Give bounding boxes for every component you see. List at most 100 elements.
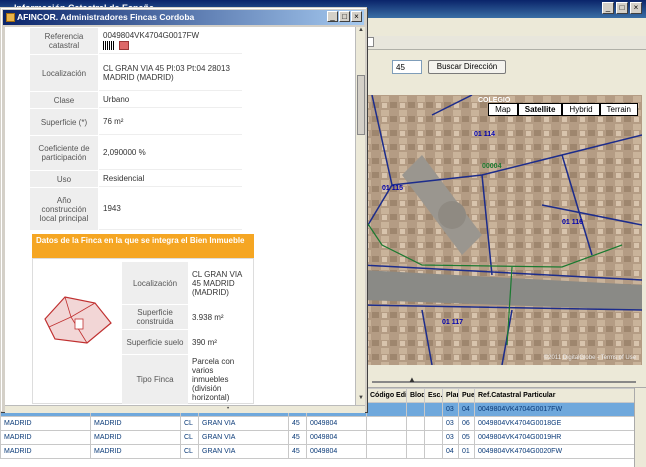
scrollbar-thumb[interactable] xyxy=(357,75,365,135)
table-row[interactable]: MADRID MADRID CL GRAN VIA 45 0049804 04 01 00498… xyxy=(0,444,641,459)
table-cell: MADRID xyxy=(90,430,181,445)
toolbar xyxy=(362,36,646,50)
table-cell: CL xyxy=(180,430,199,445)
cadastral-ref-value: 0049804VK4704G0017FW xyxy=(103,31,200,41)
table-cell: 0049804VK4704G0017FW xyxy=(474,402,641,417)
column-header[interactable]: Ref.Catastral Particular xyxy=(474,388,641,403)
scrollbar-grip-icon: • xyxy=(227,406,230,412)
afincor-popup-window: AFINCOR. Administradores Fincas Cordoba … xyxy=(0,7,367,413)
table-cell: MADRID xyxy=(0,430,91,445)
table-cell: 03 xyxy=(442,402,459,417)
table-cell: GRAN VIA xyxy=(198,444,289,459)
map-copyright: ©2011 DigitalGlobe - Terms of Use xyxy=(543,355,636,361)
satellite-imagery xyxy=(362,95,642,365)
map-view[interactable]: Map Satellite Hybrid Terrain COLEGIO 01 … xyxy=(362,95,642,365)
table-cell: 45 xyxy=(288,444,307,459)
pdf-icon[interactable] xyxy=(119,40,129,50)
finca-details-table: Localización CL GRAN VIA 45 MADRID (MADR… xyxy=(121,261,253,405)
maximize-icon[interactable]: □ xyxy=(339,11,350,22)
detail-value: 76 m² xyxy=(99,109,242,135)
table-cell: 0049804VK4704G0020FW xyxy=(474,444,641,459)
scroll-up-icon[interactable]: ▲ xyxy=(356,27,366,37)
table-cell: 01 xyxy=(458,444,475,459)
table-cell: CL xyxy=(180,416,199,431)
map-type-switcher: Map Satellite Hybrid Terrain xyxy=(488,103,638,116)
scroll-down-icon[interactable]: ▼ xyxy=(356,395,366,405)
finca-value: Parcela con varios inmuebles (división h… xyxy=(192,357,235,402)
popup-content: Referencia catastral 0049804VK4704G0017F… xyxy=(5,27,355,405)
minimize-icon[interactable]: _ xyxy=(327,11,338,22)
table-cell: GRAN VIA xyxy=(198,430,289,445)
column-header[interactable]: Código Edificio xyxy=(366,388,407,403)
detail-label: Referencia catastral xyxy=(30,28,98,54)
table-cell: CL xyxy=(180,444,199,459)
parcel-plan-image xyxy=(44,296,112,344)
map-type-hybrid[interactable]: Hybrid xyxy=(562,103,600,116)
table-cell xyxy=(406,416,425,431)
minimize-icon[interactable]: _ xyxy=(602,2,614,14)
table-cell: 45 xyxy=(288,430,307,445)
detail-value: Residencial xyxy=(99,171,242,187)
map-label: 00004 xyxy=(482,163,502,170)
close-icon[interactable]: × xyxy=(351,11,362,22)
table-cell: 04 xyxy=(442,444,459,459)
table-row[interactable]: MADRID MADRID CL GRAN VIA 45 0049804 03 05 00498… xyxy=(0,430,641,445)
map-type-map[interactable]: Map xyxy=(488,103,518,116)
table-cell xyxy=(406,402,425,417)
detail-value: Urbano xyxy=(99,92,242,108)
column-header[interactable]: Bloq xyxy=(406,388,425,403)
table-cell xyxy=(424,416,443,431)
column-header[interactable]: Pue xyxy=(458,388,475,403)
table-cell xyxy=(366,430,407,445)
table-cell: MADRID xyxy=(0,444,91,459)
maximize-icon[interactable]: □ xyxy=(616,2,628,14)
map-label: 01 117 xyxy=(442,319,464,326)
slider-thumb-icon[interactable]: ▲ xyxy=(408,375,416,384)
map-type-satellite[interactable]: Satellite xyxy=(517,103,563,116)
popup-title-bar[interactable]: AFINCOR. Administradores Fincas Cordoba xyxy=(3,10,364,25)
finca-section: Localización CL GRAN VIA 45 MADRID (MADR… xyxy=(32,258,254,404)
detail-value: CL GRAN VIA 45 Pl:03 Pt:04 28013 MADRID … xyxy=(99,55,242,91)
detail-label: Uso xyxy=(30,171,98,187)
finca-value: CL GRAN VIA 45 MADRID (MADRID) xyxy=(192,269,242,297)
detail-label: Coeficiente de participación xyxy=(30,136,98,170)
detail-row: Localización CL GRAN VIA 45 Pl:03 Pt:04 … xyxy=(30,55,242,91)
table-cell xyxy=(406,430,425,445)
table-row[interactable]: MADRID MADRID CL GRAN VIA 45 0049804 03 06 00498… xyxy=(0,416,641,431)
map-label: 01 116 xyxy=(562,219,584,226)
toolbar-handle[interactable] xyxy=(366,37,374,47)
popup-window-controls: _ □ × xyxy=(327,11,362,22)
table-cell xyxy=(424,430,443,445)
finca-label: Localización xyxy=(122,262,188,304)
popup-vertical-scrollbar[interactable]: ▲ ▼ xyxy=(355,27,365,405)
search-address-button[interactable]: Buscar Dirección xyxy=(428,60,506,74)
splitter-slider[interactable]: ▲ xyxy=(362,372,646,388)
popup-horizontal-scrollbar[interactable]: • xyxy=(5,405,365,413)
map-label: COLEGIO xyxy=(478,97,511,104)
street-number-input[interactable]: 45 xyxy=(392,60,422,74)
grid-scrollbar[interactable] xyxy=(634,388,646,467)
popup-title: AFINCOR. Administradores Fincas Cordoba xyxy=(17,12,195,22)
table-cell: MADRID xyxy=(90,444,181,459)
close-icon[interactable]: × xyxy=(630,2,642,14)
finca-row: Superficie construida 3.938 m² xyxy=(122,305,252,329)
finca-value: 390 m² xyxy=(192,337,217,347)
table-cell: 03 xyxy=(442,430,459,445)
detail-row: Uso Residencial xyxy=(30,171,242,187)
table-cell: 03 xyxy=(442,416,459,431)
table-cell: 04 xyxy=(458,402,475,417)
table-cell: MADRID xyxy=(0,416,91,431)
column-header[interactable]: Plan xyxy=(442,388,459,403)
detail-label: Localización xyxy=(30,55,98,91)
detail-row: Clase Urbano xyxy=(30,92,242,108)
map-type-terrain[interactable]: Terrain xyxy=(599,103,638,116)
finca-row: Localización CL GRAN VIA 45 MADRID (MADR… xyxy=(122,262,252,304)
table-cell xyxy=(366,416,407,431)
table-cell: GRAN VIA xyxy=(198,416,289,431)
column-header[interactable]: Esc. xyxy=(424,388,443,403)
detail-value: 1943 xyxy=(99,188,242,230)
detail-row: Superficie (*) 76 m² xyxy=(30,109,242,135)
table-cell: 0049804 xyxy=(306,444,367,459)
detail-value: 2,090000 % xyxy=(99,136,242,170)
barcode-icon[interactable] xyxy=(103,40,115,50)
